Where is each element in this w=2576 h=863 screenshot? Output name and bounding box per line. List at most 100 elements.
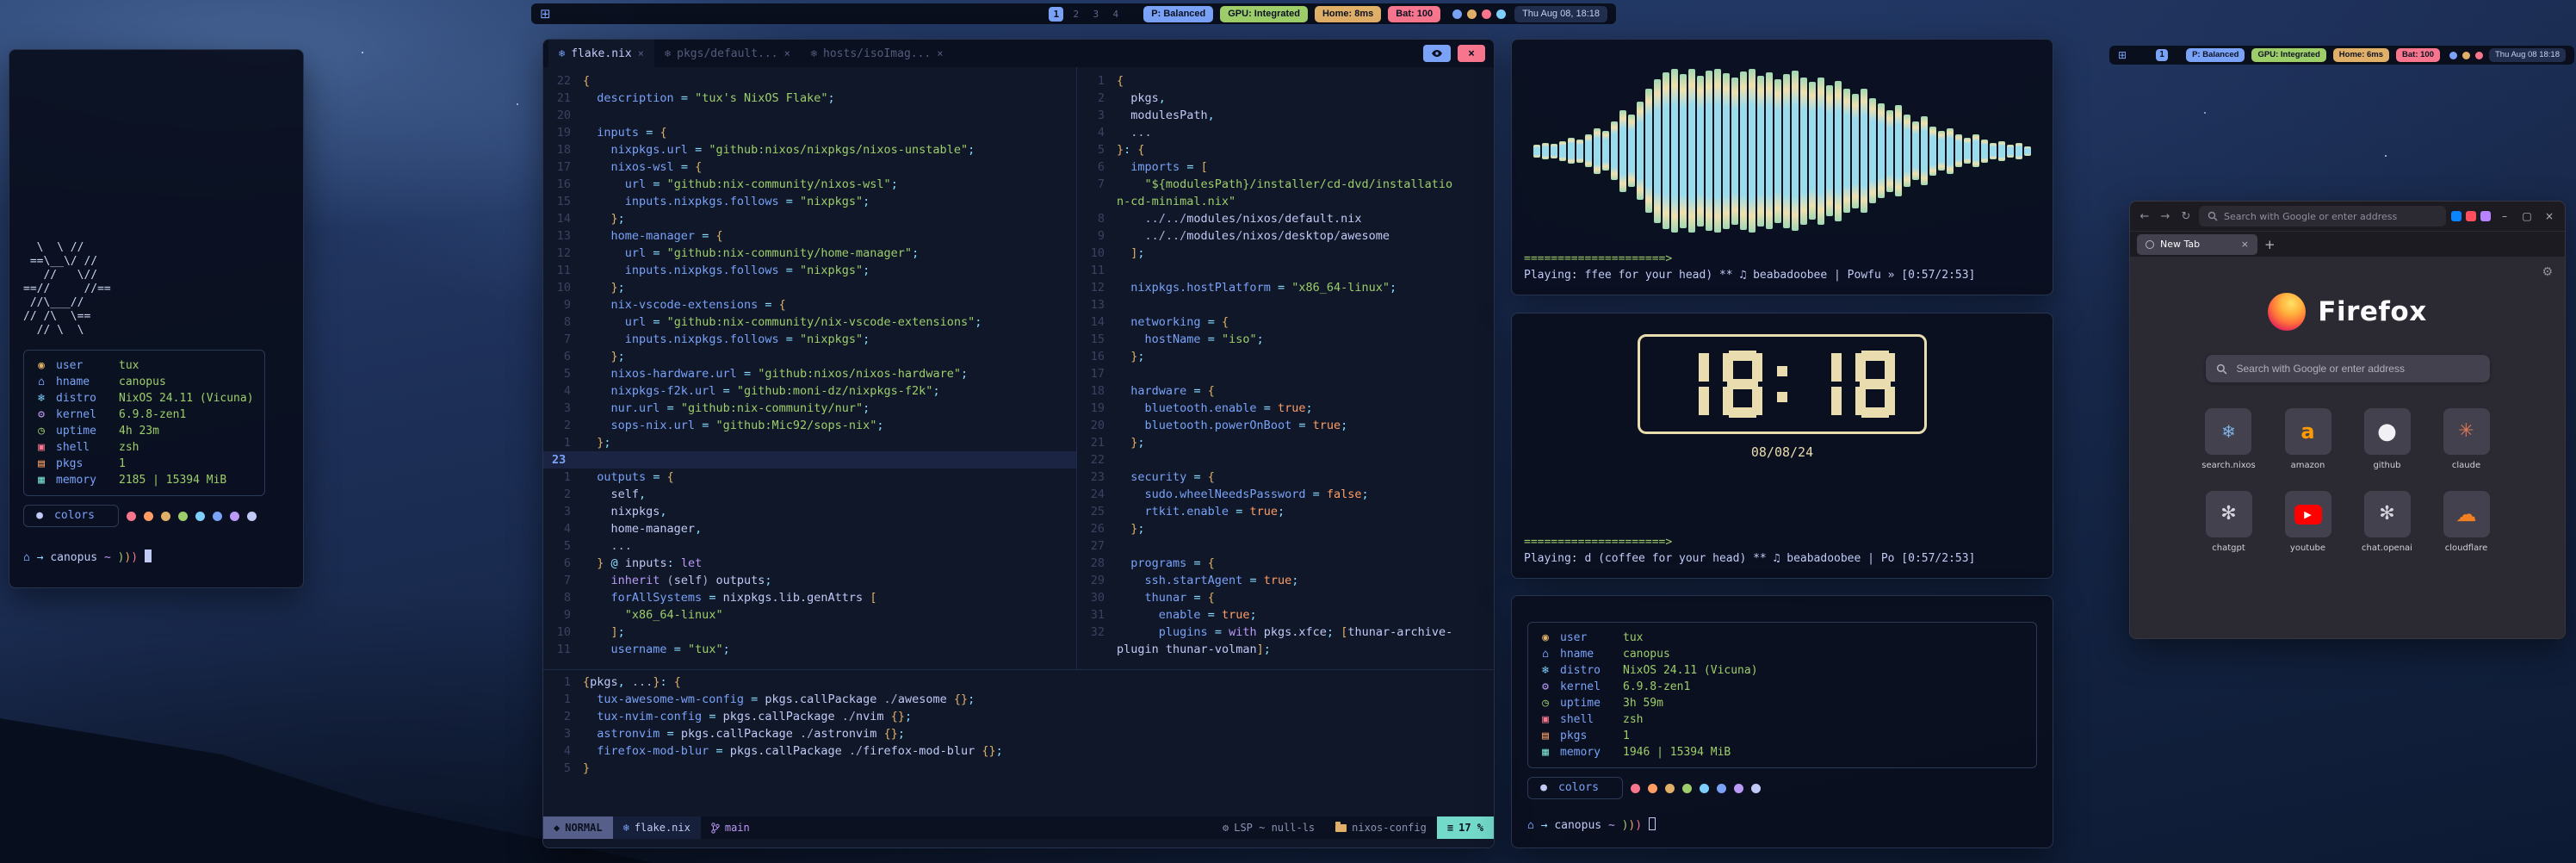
extension-icon[interactable] (2480, 211, 2491, 221)
fetch-value: 4h 23m (119, 423, 159, 439)
editor-pane-pkgs-default[interactable]: 1{pkgs, ...}: {1 tux-awesome-wm-config =… (543, 670, 1494, 816)
back-icon[interactable]: ← (2137, 210, 2152, 223)
line-number: 5 (543, 760, 583, 777)
shell-prompt[interactable]: ⌂ → canopus ~ ))) (1527, 817, 2037, 834)
tray-icon[interactable] (1452, 9, 1462, 19)
launcher-grid-icon[interactable]: ⊞ (540, 8, 551, 21)
editor-pane-flake-nix[interactable]: 22{21 description = "tux's NixOS Flake";… (543, 67, 1077, 669)
code-text: }; (583, 348, 625, 365)
line-number: 13 (1077, 296, 1117, 314)
fetch-row-pkgs: ▤pkgs1 (1539, 728, 2026, 744)
tray-icon[interactable] (1482, 9, 1491, 19)
shortcut-label: github (2373, 461, 2400, 470)
forward-icon[interactable]: → (2158, 210, 2173, 223)
code-text: plugin thunar-volman]; (1117, 641, 1271, 658)
shortcut-youtube[interactable]: ▶youtube (2285, 491, 2331, 553)
close-button[interactable]: × (2541, 210, 2558, 222)
tray-icon[interactable] (2449, 52, 2457, 59)
extension-icon[interactable] (2466, 211, 2476, 221)
line-number: 18 (1077, 382, 1117, 400)
clock-widget[interactable]: Thu Aug 08, 18:18 (1514, 6, 1607, 22)
new-tab-button[interactable]: + (2264, 237, 2276, 252)
line-number: 6 (543, 555, 583, 572)
tab-favicon (2146, 240, 2154, 249)
workspace-tag-1[interactable]: 1 (2156, 49, 2168, 61)
shortcut-amazon[interactable]: aamazon (2285, 408, 2331, 470)
shortcut-claude[interactable]: ✳claude (2443, 408, 2490, 470)
minimize-button[interactable]: – (2496, 210, 2513, 222)
maximize-button[interactable]: ▢ (2518, 210, 2536, 222)
code-line: 5 ... (543, 537, 1076, 555)
status-pill[interactable]: Home: 8ms (1315, 6, 1381, 22)
tray-icon[interactable] (2475, 52, 2483, 59)
tab-new-tab[interactable]: New Tab × (2137, 234, 2257, 255)
neovim-window[interactable]: ❄flake.nix×❄pkgs/default...×❄hosts/isoIm… (542, 39, 1495, 848)
color-swatch (213, 512, 222, 521)
status-pill[interactable]: GPU: Integrated (2251, 48, 2325, 62)
cava-bar (1723, 73, 1730, 229)
code-text: programs = { (1117, 555, 1215, 572)
status-pill[interactable]: Bat: 100 (1388, 6, 1440, 22)
shortcut-cloudflare[interactable]: ☁cloudflare (2443, 491, 2490, 553)
workspace-tag-1[interactable]: 1 (1049, 7, 1063, 22)
shortcut-github[interactable]: ●github (2364, 408, 2411, 470)
search-input[interactable] (2235, 362, 2480, 376)
status-pill[interactable]: P: Balanced (1143, 6, 1213, 22)
firefox-window[interactable]: ← → ↻ Search with Google or enter addres… (2129, 201, 2566, 639)
shell-prompt[interactable]: ⌂ → canopus ~ ))) (23, 549, 289, 566)
prompt-part: ) (131, 551, 145, 564)
personalize-gear-icon[interactable]: ⚙ (2542, 265, 2553, 279)
tray-icon[interactable] (1467, 9, 1477, 19)
status-pill[interactable]: Bat: 100 (2396, 48, 2440, 62)
editor-tab-flake.nix[interactable]: ❄flake.nix× (548, 40, 654, 67)
terminal-cursor[interactable] (145, 549, 152, 562)
workspace-tag-2[interactable]: 2 (1068, 7, 1083, 22)
line-number: 26 (1077, 520, 1117, 537)
cava-bar (2016, 143, 2022, 159)
url-bar[interactable]: Search with Google or enter address (2199, 206, 2446, 227)
cava-bar (1671, 69, 1678, 233)
tab-close-icon[interactable]: × (2241, 239, 2249, 250)
terminal-window-fastfetch-right[interactable]: ◉usertux⌂hnamecanopus❄distroNixOS 24.11 … (1511, 595, 2053, 848)
terminal-cursor[interactable] (1649, 817, 1656, 830)
status-pill[interactable]: P: Balanced (2186, 48, 2245, 62)
shortcut-chatgpt[interactable]: ✻ chatgpt (2206, 491, 2252, 553)
tray-icon[interactable] (1496, 9, 1506, 19)
workspace-tag-4[interactable]: 4 (1108, 7, 1123, 22)
editor-tab-pkgs/default...[interactable]: ❄pkgs/default...× (654, 40, 801, 67)
shortcut-label: chatgpt (2212, 543, 2245, 553)
color-swatch (195, 512, 205, 521)
reload-icon[interactable]: ↻ (2178, 210, 2194, 223)
workspace-tag-3[interactable]: 3 (1088, 7, 1103, 22)
clock-window[interactable]: 08/08/24 =====================> Playing:… (1511, 313, 2053, 579)
search-box[interactable] (2206, 355, 2490, 382)
tab-close-icon[interactable]: × (784, 48, 790, 59)
tray-icon[interactable] (2462, 52, 2470, 59)
shortcut-search.nixos[interactable]: ❄search.nixos (2201, 408, 2255, 470)
extension-icon[interactable] (2451, 211, 2461, 221)
tab-close-icon[interactable]: × (638, 48, 644, 59)
line-number: 22 (1077, 451, 1117, 469)
terminal-window-fastfetch-left[interactable]: \ \ // ==\__\/ // // \//==// //== //\___… (9, 49, 304, 588)
close-button[interactable]: × (1458, 45, 1485, 62)
line-number: 11 (1077, 262, 1117, 279)
code-line: 22 (1077, 451, 1494, 469)
line-number: 31 (1077, 606, 1117, 624)
status-pill[interactable]: GPU: Integrated (1220, 6, 1308, 22)
code-line: 23 security = { (1077, 469, 1494, 486)
amazon-icon: a (2300, 421, 2314, 442)
eye-toggle-button[interactable] (1423, 45, 1451, 62)
cava-bar (1783, 74, 1790, 228)
editor-pane-iso-config[interactable]: 1{2 pkgs,3 modulesPath,4 ...5}: {6 impor… (1077, 67, 1494, 669)
claude-icon: ✳ (2458, 422, 2474, 441)
editor-tab-hosts/isoImag...[interactable]: ❄hosts/isoImag...× (801, 40, 954, 67)
code-line: 4 ... (1077, 124, 1494, 141)
status-pill[interactable]: Home: 6ms (2333, 48, 2389, 62)
tab-label: hosts/isoImag... (823, 48, 931, 59)
cava-visualizer-window[interactable]: =====================> Playing: ffee for… (1511, 39, 2053, 295)
tab-close-icon[interactable]: × (937, 48, 943, 59)
launcher-grid-icon[interactable]: ⊞ (2118, 50, 2127, 60)
shortcut-chat.openai[interactable]: ✻chat.openai (2362, 491, 2412, 553)
clock-widget[interactable]: Thu Aug 08 18:18 (2489, 48, 2566, 62)
chatgpt-icon: ✻ (2220, 505, 2236, 524)
